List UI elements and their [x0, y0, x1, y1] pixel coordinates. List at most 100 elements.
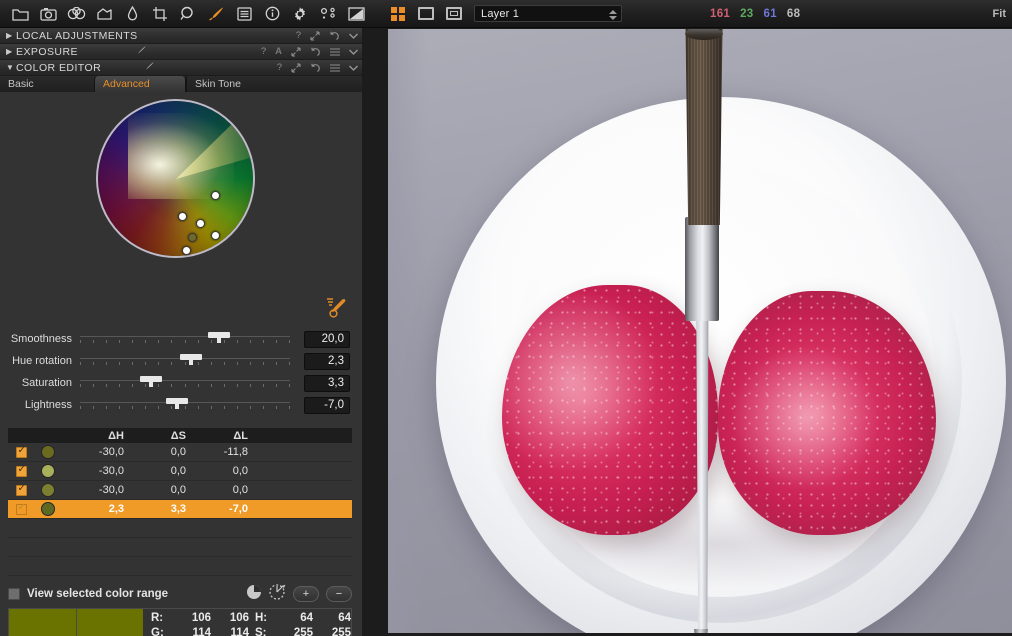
tab-basic[interactable]: Basic — [0, 76, 94, 92]
help-icon[interactable]: ? — [296, 30, 301, 41]
expand-icon[interactable] — [291, 63, 301, 73]
slider-value[interactable]: 20,0 — [304, 331, 350, 348]
gear-icon[interactable] — [286, 1, 314, 27]
row-checkbox[interactable] — [8, 447, 34, 458]
table-row[interactable]: -30,0 0,0 0,0 — [8, 462, 352, 481]
disclosure-triangle-icon[interactable]: ▶ — [6, 32, 16, 40]
row-dh: -30,0 — [62, 465, 124, 477]
table-row-empty[interactable] — [8, 538, 352, 557]
zoom-level-label[interactable]: Fit — [993, 0, 1006, 28]
row-checkbox[interactable] — [8, 466, 34, 477]
image-viewer[interactable] — [362, 28, 1012, 636]
table-header: ΔH ΔS ΔL — [8, 428, 352, 443]
list-icon[interactable] — [230, 1, 258, 27]
menu-icon[interactable] — [330, 64, 340, 72]
reset-icon[interactable] — [329, 31, 340, 41]
framed-view-icon[interactable] — [440, 1, 468, 27]
panel-exposure[interactable]: ▶ EXPOSURE ? A — [0, 44, 362, 60]
chevron-down-icon[interactable] — [349, 33, 358, 39]
label-g: G: — [151, 626, 173, 636]
add-color-range-button[interactable]: + — [293, 586, 319, 602]
camera-icon[interactable] — [34, 1, 62, 27]
hue-rotation-slider[interactable] — [80, 350, 290, 372]
color-ranges-table: ΔH ΔS ΔL -30,0 0,0 -11,8 -30,0 0,0 0,0 — [8, 428, 352, 576]
menu-icon[interactable] — [330, 48, 340, 56]
row-ds: 3,3 — [124, 503, 186, 515]
value-s1: 255 — [275, 626, 313, 636]
view-color-range-checkbox[interactable] — [8, 588, 20, 600]
expand-icon[interactable] — [291, 47, 301, 57]
tab-skin-tone[interactable]: Skin Tone — [186, 76, 362, 92]
pie-dashed-icon[interactable] — [269, 584, 286, 605]
folder-icon[interactable] — [6, 1, 34, 27]
single-view-icon[interactable] — [412, 1, 440, 27]
chevron-down-icon[interactable] — [349, 65, 358, 71]
swatch-after[interactable] — [76, 609, 143, 636]
readout-r: 161 — [710, 8, 730, 20]
slider-value[interactable]: 3,3 — [304, 375, 350, 392]
row-ds: 0,0 — [124, 484, 186, 496]
table-row-selected[interactable]: 2,3 3,3 -7,0 — [8, 500, 352, 519]
layer-select[interactable]: Layer 1 — [474, 5, 622, 22]
disclosure-triangle-icon[interactable]: ▼ — [6, 64, 16, 72]
wheel-marker[interactable] — [211, 231, 220, 240]
table-row-empty[interactable] — [8, 557, 352, 576]
photo-canvas[interactable] — [388, 29, 1012, 633]
disclosure-triangle-icon[interactable]: ▶ — [6, 48, 16, 56]
slider-knob[interactable] — [208, 332, 230, 338]
table-row-empty[interactable] — [8, 519, 352, 538]
color-picker-icon[interactable] — [320, 296, 350, 322]
color-wheel[interactable] — [96, 99, 255, 258]
reset-icon[interactable] — [310, 47, 321, 57]
row-dl: -7,0 — [186, 503, 248, 515]
row-ds: 0,0 — [124, 446, 186, 458]
magnifier-icon[interactable] — [174, 1, 202, 27]
contrast-icon[interactable] — [342, 1, 370, 27]
row-checkbox[interactable] — [8, 485, 34, 496]
value-g1: 114 — [173, 626, 211, 636]
expand-icon[interactable] — [310, 31, 320, 41]
help-icon[interactable]: ? — [277, 62, 282, 73]
brush-icon[interactable] — [202, 1, 230, 27]
slider-knob[interactable] — [180, 354, 202, 360]
settings-dots-icon[interactable] — [314, 1, 342, 27]
panel-color-editor[interactable]: ▼ COLOR EDITOR ? — [0, 60, 362, 76]
table-row[interactable]: -30,0 0,0 0,0 — [8, 481, 352, 500]
reset-icon[interactable] — [310, 63, 321, 73]
help-icon[interactable]: ? — [261, 46, 266, 57]
wheel-marker[interactable] — [178, 212, 187, 221]
pencil-icon[interactable] — [144, 59, 155, 77]
composition-icon[interactable] — [90, 1, 118, 27]
pie-solid-icon[interactable] — [246, 584, 262, 605]
slider-knob[interactable] — [166, 398, 188, 404]
droplet-icon[interactable] — [118, 1, 146, 27]
wheel-marker[interactable] — [196, 219, 205, 228]
grid-view-icon[interactable] — [384, 1, 412, 27]
row-swatch — [34, 445, 62, 459]
tab-advanced[interactable]: Advanced — [94, 76, 186, 92]
info-icon[interactable] — [258, 1, 286, 27]
row-dl: 0,0 — [186, 484, 248, 496]
slider-knob[interactable] — [140, 376, 162, 382]
smoothness-slider[interactable] — [80, 328, 290, 350]
lightness-slider[interactable] — [80, 394, 290, 416]
swatch-before[interactable] — [9, 609, 76, 636]
row-checkbox[interactable] — [8, 504, 34, 515]
panel-local-adjustments[interactable]: ▶ LOCAL ADJUSTMENTS ? — [0, 28, 362, 44]
auto-adjust-icon[interactable]: A — [275, 46, 282, 57]
crop-icon[interactable] — [146, 1, 174, 27]
saturation-slider[interactable] — [80, 372, 290, 394]
remove-color-range-button[interactable]: − — [326, 586, 352, 602]
table-row[interactable]: -30,0 0,0 -11,8 — [8, 443, 352, 462]
lens-icon[interactable] — [62, 1, 90, 27]
layer-stepper[interactable] — [608, 7, 618, 22]
readout-k: 68 — [787, 8, 800, 20]
wheel-marker[interactable] — [211, 191, 220, 200]
chevron-down-icon[interactable] — [349, 49, 358, 55]
wheel-marker[interactable] — [182, 246, 191, 255]
slider-value[interactable]: 2,3 — [304, 353, 350, 370]
layer-select-value: Layer 1 — [475, 8, 519, 20]
wheel-marker-selected[interactable] — [188, 233, 197, 242]
value-r1: 106 — [173, 611, 211, 626]
slider-value[interactable]: -7,0 — [304, 397, 350, 414]
